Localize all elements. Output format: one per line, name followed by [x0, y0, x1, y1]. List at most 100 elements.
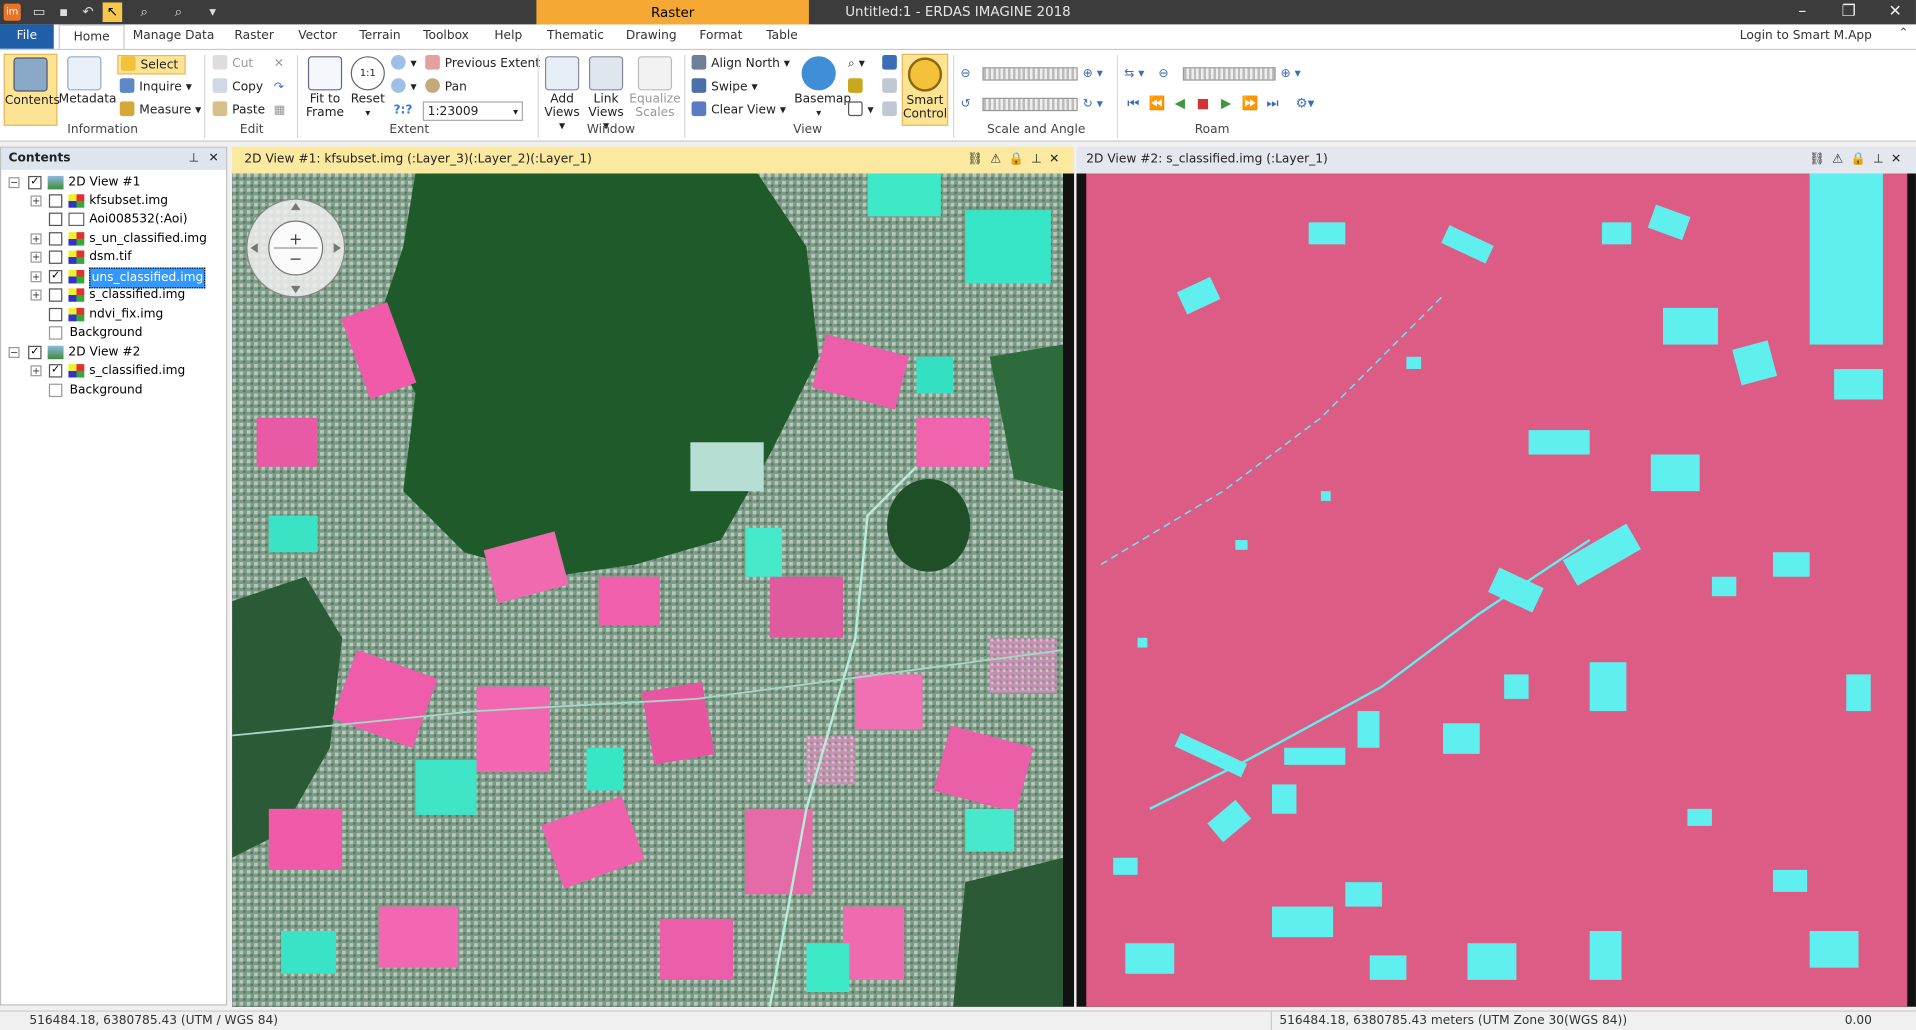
link-icon[interactable]: ⛓: [967, 153, 990, 166]
layer-s-classified-view2[interactable]: + ✓ s_classified.img: [30, 362, 227, 380]
zoom-in-button[interactable]: ▾: [391, 54, 417, 75]
view-grid-icon[interactable]: [882, 78, 902, 98]
pan-button[interactable]: Pan: [425, 78, 467, 98]
layer-ndvi-fix[interactable]: ndvi_fix.img: [31, 305, 227, 323]
reset-button[interactable]: 1:1 Reset ▾: [349, 54, 386, 125]
tree-view2[interactable]: − ✓ 2D View #2: [8, 343, 217, 361]
tab-vector[interactable]: Vector: [291, 24, 345, 48]
view1-close-icon[interactable]: ✕: [1049, 153, 1067, 166]
paste-button[interactable]: Paste: [212, 101, 265, 121]
measure-button[interactable]: Measure ▾: [119, 101, 201, 121]
view2-close-icon[interactable]: ✕: [1891, 153, 1909, 166]
collapse-icon[interactable]: −: [8, 177, 20, 189]
delete-icon[interactable]: ✕: [274, 55, 284, 75]
satellite-image[interactable]: + −: [232, 173, 1064, 1007]
select-button[interactable]: Select: [117, 54, 186, 75]
link-views-button[interactable]: Link Views ▾: [587, 54, 626, 133]
swipe-button[interactable]: Swipe ▾: [691, 78, 758, 98]
roam-path-icon[interactable]: ⇆ ▾: [1124, 65, 1144, 85]
tab-terrain[interactable]: Terrain: [354, 24, 405, 48]
pin-icon[interactable]: ⊥: [189, 148, 200, 170]
roam-first-icon[interactable]: ⏮: [1125, 95, 1141, 111]
scale-select[interactable]: 1:23009 ▾: [422, 101, 523, 121]
align-north-button[interactable]: Align North ▾: [691, 54, 790, 75]
roam-play-back-icon[interactable]: ◀: [1172, 95, 1188, 111]
fit-to-frame-button[interactable]: Fit to Frame: [303, 54, 347, 125]
layer-background-1[interactable]: Background: [31, 324, 227, 342]
view1-header[interactable]: 2D View #1: kfsubset.img (:Layer_3)(:Lay…: [232, 146, 1075, 174]
tab-table[interactable]: Table: [758, 24, 807, 48]
tab-toolbox[interactable]: Toolbox: [418, 24, 474, 48]
layer-s-un-classified[interactable]: + s_un_classified.img: [30, 230, 227, 248]
scale-toggle-icon[interactable]: ⊖: [960, 65, 970, 85]
layer-checkbox[interactable]: [48, 307, 63, 322]
zoom-out-button[interactable]: ▾: [391, 78, 417, 98]
layer-kfsubset[interactable]: + kfsubset.img: [30, 192, 227, 210]
tab-help[interactable]: Help: [486, 24, 530, 48]
tab-thematic[interactable]: Thematic: [543, 24, 609, 48]
layer-uns-classified[interactable]: + ✓ uns_classified.img: [30, 267, 227, 289]
roam-last-icon[interactable]: ⏭: [1265, 95, 1281, 111]
scale-slider[interactable]: [982, 67, 1078, 81]
cut-button[interactable]: Cut: [212, 54, 253, 75]
copy-button[interactable]: Copy: [212, 78, 263, 98]
pin-icon[interactable]: ⊥: [1873, 153, 1891, 166]
angle-options-icon[interactable]: ↻ ▾: [1083, 95, 1103, 115]
minimize-icon[interactable]: –: [1784, 1, 1821, 23]
warning-icon[interactable]: ⚠: [1832, 153, 1850, 166]
roam-speed-icon[interactable]: ⊖: [1158, 65, 1168, 85]
roam-speed-slider[interactable]: [1182, 67, 1276, 81]
roam-settings-icon[interactable]: ⚙▾: [1290, 95, 1319, 111]
view2-canvas[interactable]: [1076, 173, 1916, 1007]
roam-stop-icon[interactable]: ■: [1195, 95, 1211, 111]
layer-aoi[interactable]: Aoi008532(:Aoi): [31, 210, 227, 228]
close-icon[interactable]: ✕: [1877, 1, 1914, 23]
scale-query-icon[interactable]: ?:?: [393, 101, 412, 121]
tree-view1[interactable]: − ✓ 2D View #1: [8, 173, 217, 191]
lock-icon[interactable]: 🔒: [1850, 153, 1873, 166]
layer-s-classified[interactable]: + s_classified.img: [30, 286, 227, 304]
layer-checkbox[interactable]: [48, 212, 63, 227]
contents-button[interactable]: Contents: [3, 53, 60, 126]
clear-view-button[interactable]: Clear View ▾: [691, 101, 786, 121]
contents-close-icon[interactable]: ✕: [208, 148, 218, 170]
tab-file[interactable]: File: [0, 24, 54, 49]
roam-play-icon[interactable]: ▶: [1218, 95, 1234, 111]
tab-format[interactable]: Format: [694, 24, 748, 48]
inquire-button[interactable]: Inquire ▾: [119, 78, 192, 98]
angle-toggle-icon[interactable]: ↺: [960, 95, 970, 115]
classified-image[interactable]: [1076, 173, 1908, 1007]
roam-options-icon[interactable]: ⊕ ▾: [1281, 65, 1301, 85]
view1-checkbox[interactable]: ✓: [28, 175, 42, 190]
angle-slider[interactable]: [982, 97, 1078, 112]
previous-extent-button[interactable]: Previous Extent: [425, 54, 540, 75]
tab-raster[interactable]: Raster: [227, 24, 281, 48]
view2-checkbox[interactable]: ✓: [28, 345, 42, 360]
layer-checkbox[interactable]: [48, 194, 63, 208]
tab-home[interactable]: Home: [58, 24, 125, 51]
roam-rewind-icon[interactable]: ⏪: [1149, 95, 1166, 111]
add-views-button[interactable]: Add Views ▾: [543, 54, 582, 133]
view-extra-icon[interactable]: [882, 101, 902, 121]
redo-icon[interactable]: ↷: [274, 78, 284, 98]
basemap-button[interactable]: Basemap ▾: [794, 54, 851, 125]
warning-icon[interactable]: ⚠: [990, 153, 1008, 166]
view1-canvas[interactable]: + −: [232, 173, 1075, 1007]
metadata-button[interactable]: Metadata: [59, 54, 117, 125]
layer-checkbox[interactable]: ✓: [48, 364, 63, 378]
login-link[interactable]: Login to Smart M.App: [1740, 24, 1872, 48]
layer-checkbox[interactable]: [48, 288, 63, 302]
view2-header[interactable]: 2D View #2: s_classified.img (:Layer_1) …: [1076, 146, 1916, 174]
restore-icon[interactable]: ❐: [1830, 1, 1867, 23]
background-color-icon[interactable]: ▾: [847, 101, 874, 121]
roam-forward-icon[interactable]: ⏩: [1241, 95, 1258, 111]
view-zoom-icon[interactable]: ⌕ ▾: [848, 55, 865, 75]
equalize-scales-button[interactable]: Equalize Scales: [628, 54, 682, 125]
view-properties-icon[interactable]: [882, 54, 902, 75]
ribbon-collapse-icon[interactable]: ⌃: [1898, 27, 1908, 40]
layer-checkbox[interactable]: ✓: [48, 270, 63, 284]
collapse-icon[interactable]: −: [8, 346, 20, 358]
smart-control-button[interactable]: Smart Control: [901, 53, 949, 126]
layer-checkbox[interactable]: [48, 232, 63, 246]
layer-background-2[interactable]: Background: [31, 381, 227, 399]
